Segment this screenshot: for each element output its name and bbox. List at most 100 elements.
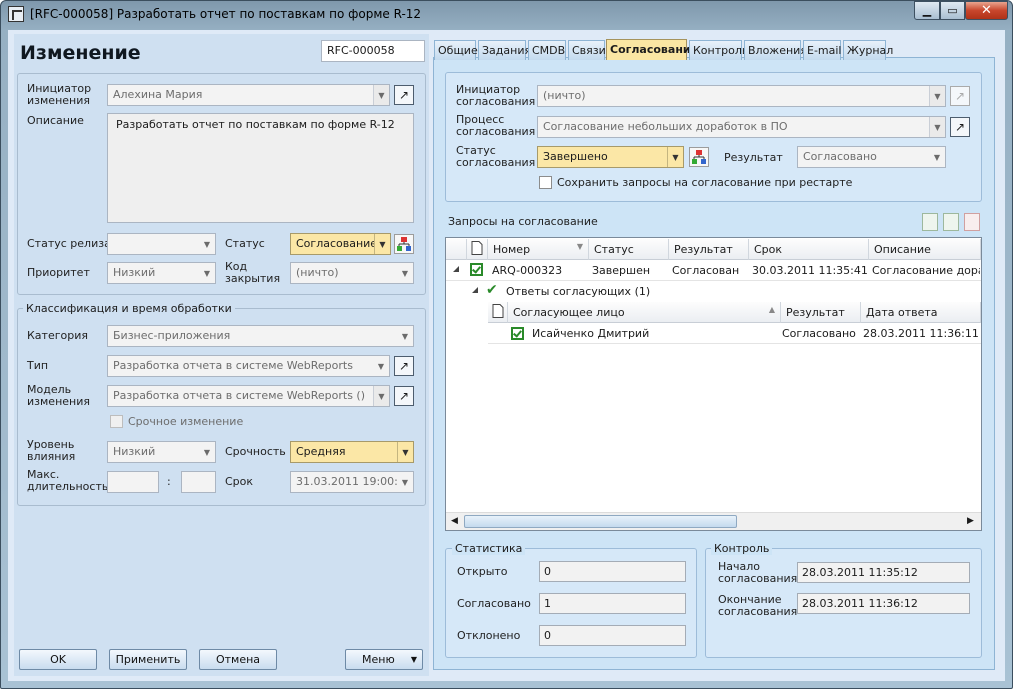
priority-dropdown[interactable]: Низкий ▼ <box>107 262 216 284</box>
row-due: 30.03.2011 11:35:41 <box>752 264 868 277</box>
menu-button[interactable]: Меню ▼ <box>345 649 423 670</box>
row-number: ARQ-000323 <box>492 264 563 277</box>
duration-hours-input[interactable] <box>107 471 159 493</box>
approval-result-dropdown[interactable]: Согласовано ▼ <box>797 146 946 168</box>
chevron-down-icon[interactable]: ▼ <box>373 85 389 105</box>
tab-journal[interactable]: Журнал <box>843 40 893 60</box>
due-dropdown[interactable]: 31.03.2011 19:00:00 ▼ <box>290 471 414 493</box>
chevron-down-icon[interactable]: ▼ <box>199 263 215 283</box>
child-header-date[interactable]: Дата ответа <box>861 302 981 323</box>
grid-header-expand <box>446 239 467 260</box>
grid-header-description[interactable]: Описание <box>869 239 981 260</box>
close-button[interactable]: ✕ <box>965 1 1008 20</box>
title-bar[interactable]: [RFC-000058] Разработать отчет по постав… <box>0 0 1013 28</box>
open-card-icon[interactable]: ↗ <box>950 86 970 106</box>
open-card-icon[interactable]: ↗ <box>950 117 970 137</box>
add-request-icon[interactable] <box>922 213 938 231</box>
tab-cmdb[interactable]: CMDB <box>528 40 566 60</box>
maximize-button[interactable]: ▭ <box>940 1 965 20</box>
type-dropdown[interactable]: Разработка отчета в системе WebReports ▼ <box>107 355 390 377</box>
chevron-down-icon[interactable]: ▼ <box>667 147 683 167</box>
rejected-label: Отклонено <box>457 629 521 642</box>
edit-request-icon[interactable] <box>943 213 959 231</box>
grid-header-number[interactable]: Номер ▼ <box>488 239 589 260</box>
approval-status-label: Статус согласования <box>456 144 536 169</box>
approval-process-label: Процесс согласования <box>456 113 536 138</box>
closure-code-dropdown[interactable]: (ничто) ▼ <box>290 262 414 284</box>
grid-header-status[interactable]: Статус <box>589 239 669 260</box>
scroll-left-icon[interactable]: ◀ <box>451 516 458 526</box>
start-value: 28.03.2011 11:35:12 <box>797 562 970 583</box>
urgent-label: Срочное изменение <box>128 415 244 428</box>
ok-button[interactable]: OK <box>19 649 97 670</box>
chevron-down-icon[interactable]: ▼ <box>929 147 945 167</box>
urgency-dropdown[interactable]: Средняя ▼ <box>290 441 414 463</box>
tab-control[interactable]: Контроль <box>689 40 748 60</box>
release-status-dropdown[interactable]: ▼ <box>107 233 216 255</box>
approval-initiator-dropdown[interactable]: (ничто) ▼ <box>537 85 946 107</box>
document-icon <box>467 239 488 260</box>
save-requests-checkbox[interactable] <box>539 176 552 189</box>
tab-email[interactable]: E-mail <box>803 40 842 60</box>
open-card-icon[interactable]: ↗ <box>394 386 414 406</box>
tab-attachments[interactable]: Вложения <box>744 40 807 60</box>
description-textarea[interactable]: Разработать отчет по поставкам по форме … <box>107 113 414 223</box>
apply-button[interactable]: Применить <box>109 649 187 670</box>
status-dropdown[interactable]: Согласование ▼ <box>290 233 391 255</box>
chevron-down-icon[interactable]: ▼ <box>373 386 389 406</box>
impact-dropdown[interactable]: Низкий ▼ <box>107 441 216 463</box>
chevron-down-icon[interactable]: ▼ <box>374 234 390 254</box>
collapse-icon[interactable]: ◢ <box>453 264 459 273</box>
scrollbar-thumb[interactable] <box>464 515 737 528</box>
delete-request-icon[interactable] <box>964 213 980 231</box>
scroll-right-icon[interactable]: ▶ <box>967 516 974 526</box>
requests-grid[interactable]: Номер ▼ Статус Результат Срок Описание ◢… <box>445 237 982 531</box>
approval-status-dropdown[interactable]: Завершено ▼ <box>537 146 684 168</box>
rfc-id-field[interactable]: RFC-000058 <box>321 40 425 62</box>
model-dropdown[interactable]: Разработка отчета в системе WebReports (… <box>107 385 390 407</box>
tab-links[interactable]: Связи <box>568 40 606 60</box>
minimize-button[interactable]: ▁ <box>914 1 940 20</box>
document-icon <box>488 302 508 323</box>
chevron-down-icon[interactable]: ▼ <box>199 234 215 254</box>
chevron-down-icon[interactable]: ▼ <box>397 263 413 283</box>
open-card-icon[interactable]: ↗ <box>394 356 414 376</box>
chevron-down-icon[interactable]: ▼ <box>397 442 413 462</box>
child-header-result[interactable]: Результат <box>781 302 861 323</box>
tab-approval[interactable]: Согласование <box>606 39 698 60</box>
tab-tasks[interactable]: Задания <box>478 40 531 60</box>
chevron-down-icon[interactable]: ▼ <box>929 117 945 137</box>
approval-process-dropdown[interactable]: Согласование небольших доработок в ПО ▼ <box>537 116 946 138</box>
child-band[interactable]: ◢ ✔ Ответы согласующих (1) <box>468 281 981 301</box>
workflow-icon[interactable] <box>689 147 709 167</box>
chevron-down-icon[interactable]: ▼ <box>397 326 413 346</box>
initiator-dropdown[interactable]: Алехина Мария ▼ <box>107 84 390 106</box>
check-icon <box>511 327 524 340</box>
chevron-down-icon[interactable]: ▼ <box>199 442 215 462</box>
horizontal-scrollbar[interactable]: ◀ ▶ <box>446 512 981 530</box>
open-card-icon[interactable]: ↗ <box>394 85 414 105</box>
child-person: Исайченко Дмитрий <box>532 327 650 340</box>
approval-initiator-label: Инициатор согласования <box>456 83 536 108</box>
workflow-icon[interactable] <box>394 234 414 254</box>
tab-general[interactable]: Общие <box>434 40 478 60</box>
table-row[interactable]: ◢ ARQ-000323 Завершен Согласован 30.03.2… <box>446 260 981 281</box>
due-value: 31.03.2011 19:00:00 <box>296 475 412 488</box>
child-result: Согласовано <box>782 327 856 340</box>
grid-header-result[interactable]: Результат <box>669 239 749 260</box>
initiator-value: Алехина Мария <box>113 88 203 101</box>
collapse-icon[interactable]: ◢ <box>472 285 478 294</box>
duration-separator: : <box>167 475 171 488</box>
save-requests-label: Сохранить запросы на согласование при ре… <box>557 176 853 189</box>
urgent-checkbox[interactable] <box>110 415 123 428</box>
chevron-down-icon[interactable]: ▼ <box>397 472 413 492</box>
category-dropdown[interactable]: Бизнес-приложения ▼ <box>107 325 414 347</box>
list-item[interactable]: Исайченко Дмитрий Согласовано 28.03.2011… <box>488 323 981 344</box>
chevron-down-icon[interactable]: ▼ <box>929 86 945 106</box>
child-header-person[interactable]: Согласующее лицо ▲ <box>508 302 781 323</box>
chevron-down-icon[interactable]: ▼ <box>373 356 389 376</box>
grid-header-due[interactable]: Срок <box>749 239 869 260</box>
cancel-button[interactable]: Отмена <box>199 649 277 670</box>
classification-title: Классификация и время обработки <box>23 302 235 315</box>
duration-minutes-input[interactable] <box>181 471 216 493</box>
